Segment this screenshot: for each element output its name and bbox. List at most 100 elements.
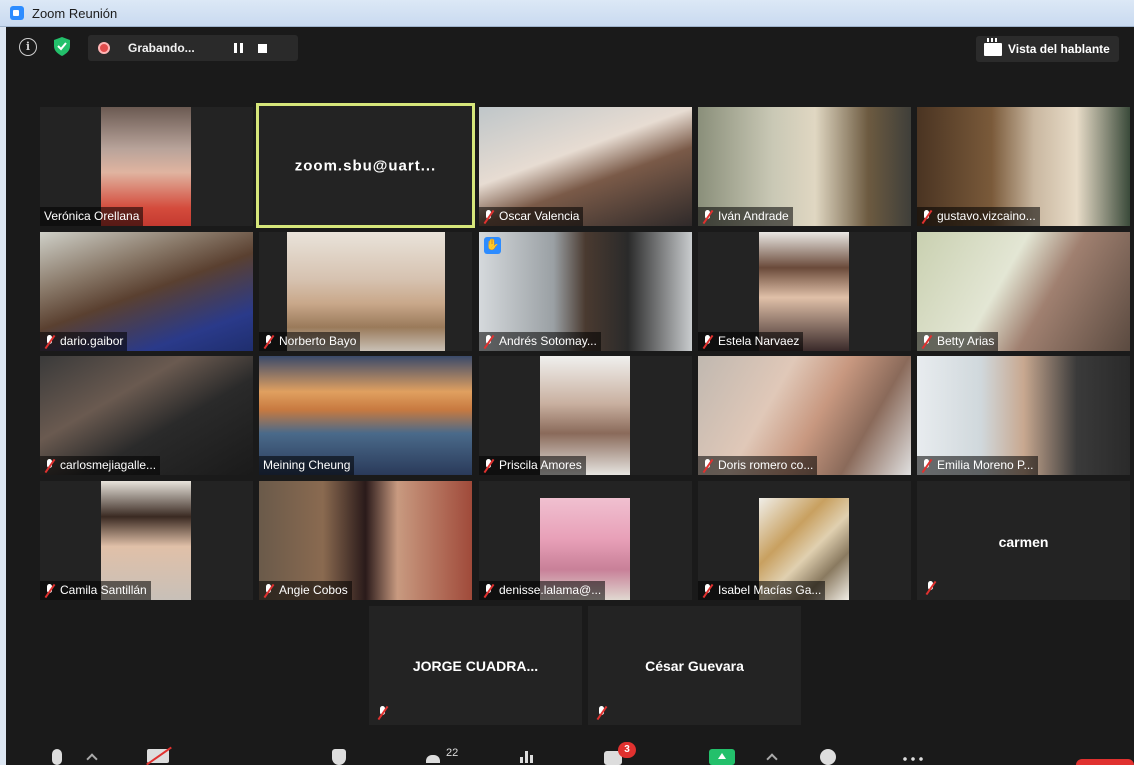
participant-name: zoom.sbu@uart... (294, 157, 437, 174)
muted-mic-icon (702, 209, 714, 224)
meeting-topbar: i Grabando... Vista del hablante (6, 27, 1134, 77)
info-icon[interactable]: i (19, 38, 37, 56)
participant-name-label: Betty Arias (917, 332, 999, 351)
participant-tile-active-speaker[interactable]: zoom.sbu@uart... (256, 103, 475, 228)
muted-mic-icon (483, 334, 495, 349)
participant-name: César Guevara (645, 657, 744, 674)
speaker-view-label: Vista del hablante (1008, 42, 1110, 56)
participant-name-label: Andrés Sotomay... (479, 332, 601, 351)
participant-name: denisse.lalama@... (499, 583, 602, 597)
participant-tile[interactable]: Iván Andrade (698, 107, 911, 226)
participant-name-label: Iván Andrade (698, 207, 793, 226)
muted-mic-icon (702, 334, 714, 349)
participant-name-label: Norberto Bayo (259, 332, 361, 351)
meeting-toolbar: 22 3 (6, 742, 1134, 765)
participant-name-label: gustavo.vizcaino... (917, 207, 1040, 226)
reactions-icon[interactable] (820, 749, 836, 765)
muted-mic-icon (483, 583, 495, 598)
participant-tile[interactable]: carmen (917, 481, 1130, 600)
participant-name: Emilia Moreno P... (937, 458, 1034, 472)
participant-tile[interactable]: denisse.lalama@... (479, 481, 692, 600)
window-titlebar: Zoom Reunión (0, 0, 1134, 27)
muted-mic-icon (925, 581, 937, 595)
participants-icon[interactable] (426, 755, 440, 763)
chat-badge: 3 (618, 742, 636, 758)
participant-tile[interactable]: Norberto Bayo (259, 232, 472, 351)
participant-name-label: dario.gaibor (40, 332, 128, 351)
participant-tile[interactable]: Camila Santillán (40, 481, 253, 600)
muted-mic-icon (263, 334, 275, 349)
participant-name-label: carlosmejiagalle... (40, 456, 161, 475)
participant-tile[interactable]: dario.gaibor (40, 232, 253, 351)
participant-tile[interactable]: Doris romero co... (698, 356, 911, 475)
muted-mic-icon (483, 458, 495, 473)
participant-tile[interactable]: Isabel Macías Ga... (698, 481, 911, 600)
participant-tile[interactable]: Angie Cobos (259, 481, 472, 600)
participant-name-label: Meining Cheung (259, 456, 355, 475)
speaker-view-button[interactable]: Vista del hablante (976, 36, 1119, 62)
participant-name: Norberto Bayo (279, 334, 357, 348)
stop-icon[interactable] (258, 43, 267, 53)
participant-tile[interactable]: Betty Arias (917, 232, 1130, 351)
muted-mic-icon (702, 583, 714, 598)
participant-name: Iván Andrade (718, 209, 789, 223)
participant-tile[interactable]: JORGE CUADRA... (369, 606, 582, 725)
participant-tile[interactable]: Priscila Amores (479, 356, 692, 475)
poll-icon[interactable] (520, 749, 536, 763)
shield-icon[interactable] (54, 37, 70, 56)
participant-name-label: Verónica Orellana (40, 207, 144, 226)
participant-tile[interactable]: Meining Cheung (259, 356, 472, 475)
zoom-app-icon (10, 6, 24, 20)
participant-name-label: Isabel Macías Ga... (698, 581, 826, 600)
window-title: Zoom Reunión (32, 5, 118, 21)
muted-mic-icon (921, 458, 933, 473)
muted-mic-icon (596, 706, 608, 720)
participant-name-label: Priscila Amores (479, 456, 586, 475)
participant-name-label: Oscar Valencia (479, 207, 584, 226)
window-frame-left (0, 27, 6, 765)
participant-name: Betty Arias (937, 334, 995, 348)
participant-name: dario.gaibor (60, 334, 124, 348)
participant-name-label: Estela Narvaez (698, 332, 804, 351)
participant-name: Estela Narvaez (718, 334, 800, 348)
chevron-up-icon[interactable] (86, 753, 98, 765)
participant-tile[interactable]: Verónica Orellana (40, 107, 253, 226)
participant-name: Angie Cobos (279, 583, 348, 597)
video-off-icon[interactable] (147, 749, 169, 763)
grid-icon (984, 37, 1002, 56)
participant-name-label: denisse.lalama@... (479, 581, 606, 600)
participant-count[interactable]: 22 (446, 747, 458, 759)
participant-name-label: Doris romero co... (698, 456, 818, 475)
record-icon (98, 42, 110, 54)
participant-name-label: Emilia Moreno P... (917, 456, 1038, 475)
participant-name: gustavo.vizcaino... (937, 209, 1036, 223)
end-meeting-button[interactable] (1076, 759, 1134, 765)
participant-tile[interactable]: Oscar Valencia (479, 107, 692, 226)
participant-tile[interactable]: carlosmejiagalle... (40, 356, 253, 475)
share-icon[interactable] (709, 749, 735, 765)
participant-tile[interactable]: Emilia Moreno P... (917, 356, 1130, 475)
security-icon[interactable] (332, 749, 346, 765)
participant-name: Meining Cheung (263, 458, 351, 472)
muted-mic-icon (44, 583, 56, 598)
muted-mic-icon (702, 458, 714, 473)
muted-mic-icon (483, 209, 495, 224)
participant-name: carmen (998, 534, 1049, 550)
participant-tile[interactable]: César Guevara (588, 606, 801, 725)
participant-tile[interactable]: ✋ Andrés Sotomay... (479, 232, 692, 351)
raised-hand-icon: ✋ (484, 237, 501, 254)
participant-name: Priscila Amores (499, 458, 582, 472)
participant-tile[interactable]: Estela Narvaez (698, 232, 911, 351)
participant-name: Verónica Orellana (44, 209, 140, 223)
muted-mic-icon (377, 706, 389, 720)
participant-name: carlosmejiagalle... (60, 458, 157, 472)
participant-name-label: Camila Santillán (40, 581, 151, 600)
participant-name: Oscar Valencia (499, 209, 580, 223)
recording-indicator: Grabando... (88, 35, 298, 61)
participant-name: JORGE CUADRA... (412, 657, 539, 674)
chevron-up-icon[interactable] (766, 753, 778, 765)
mic-icon[interactable] (52, 749, 62, 765)
pause-icon[interactable] (234, 43, 244, 53)
participant-tile[interactable]: gustavo.vizcaino... (917, 107, 1130, 226)
more-icon[interactable] (901, 757, 925, 761)
